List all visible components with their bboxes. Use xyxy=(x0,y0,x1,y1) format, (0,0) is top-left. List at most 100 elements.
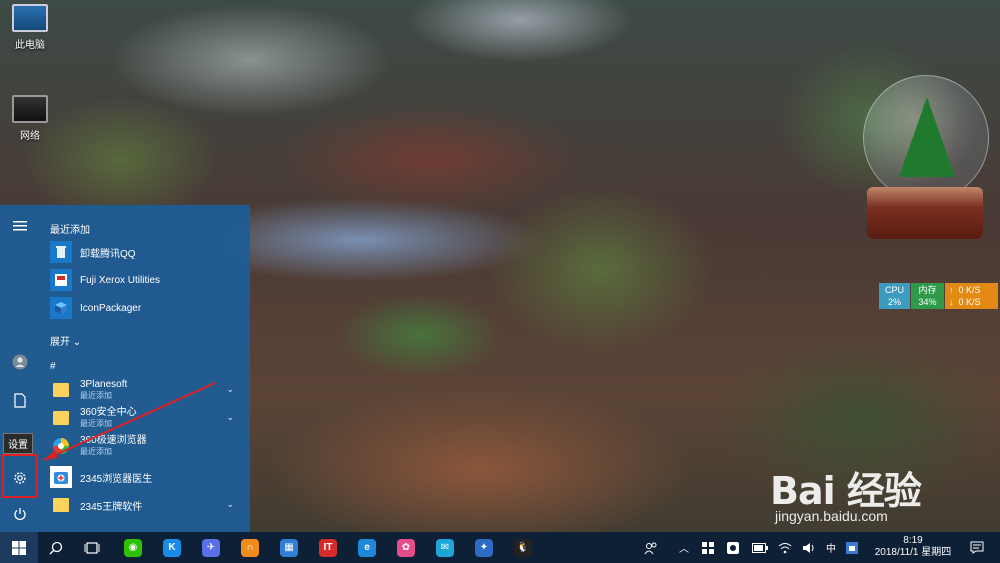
globe-base xyxy=(867,187,983,239)
app-iconpackager[interactable]: IconPackager xyxy=(50,295,246,321)
wechat-icon: ◉ xyxy=(124,538,142,557)
chevron-down-icon[interactable]: ⌄ xyxy=(226,499,234,510)
chevron-down-icon: ⌄ xyxy=(72,337,82,348)
watermark-url: jingyan.baidu.com xyxy=(775,508,888,524)
app-label: 360安全中心 xyxy=(80,407,137,418)
start-menu: 设置 最近添加 卸载腾讯QQ Fuji Xerox Utilities Icon… xyxy=(0,205,250,532)
app-2345-browser-doctor[interactable]: 2345浏览器医生 xyxy=(50,464,246,490)
task-view-button[interactable] xyxy=(76,532,108,563)
chevron-up-icon: ︿ xyxy=(679,544,689,555)
people-button[interactable] xyxy=(644,532,658,563)
search-button[interactable] xyxy=(40,532,72,563)
app-sublabel: 最近添加 xyxy=(80,447,112,456)
tray-app-2[interactable] xyxy=(727,532,739,563)
baidu-logo: Bai 经验 xyxy=(770,469,922,513)
ime-button[interactable]: 中 xyxy=(826,532,836,563)
ime-label: 中 xyxy=(826,544,836,555)
power-button[interactable] xyxy=(0,498,40,530)
upload-arrow-icon: ↑ xyxy=(949,285,954,295)
documents-button[interactable] xyxy=(0,384,40,416)
tray-app-icon xyxy=(727,541,739,554)
app-label: 3Planesoft xyxy=(80,379,128,390)
this-pc-desktop-icon[interactable]: 此电脑 xyxy=(0,4,60,51)
volume-button[interactable] xyxy=(802,532,816,563)
recycle-bin-icon xyxy=(50,241,72,263)
upload-rate: 0 K/S xyxy=(958,285,981,295)
task-view-icon xyxy=(84,541,100,554)
app-label: IconPackager xyxy=(80,302,142,314)
browser-doctor-icon xyxy=(50,466,72,488)
taskbar-app-feishu[interactable]: ✈ xyxy=(196,532,226,563)
app-folder-2345-software[interactable]: 2345王牌软件 ⌄ xyxy=(50,492,246,518)
taskbar: ◉ K ✈ ∩ ▦ IT e ✿ ✉ ✦ 🐧 ︿ 中 8:19 2018/11/1 星期四 xyxy=(0,532,1000,563)
kugou-icon: K xyxy=(163,538,181,557)
expand-button[interactable]: 展开 ⌄ xyxy=(50,333,81,348)
document-icon xyxy=(14,392,26,408)
computer-icon xyxy=(12,4,48,32)
hamburger-menu-button[interactable] xyxy=(0,210,40,242)
taskbar-app-ie[interactable]: e xyxy=(352,532,382,563)
app-label: 2345王牌软件 xyxy=(80,501,143,513)
download-arrow-icon: ↓ xyxy=(949,297,954,307)
app-sublabel: 最近添加 xyxy=(80,391,112,400)
network-icon xyxy=(12,95,48,123)
network-desktop-icon[interactable]: 网络 xyxy=(0,95,60,142)
chevron-down-icon[interactable]: ⌄ xyxy=(226,412,234,423)
expand-label: 展开 xyxy=(50,337,70,348)
taskbar-app-qq[interactable]: 🐧 xyxy=(508,532,538,563)
clock-date: 2018/11/1 星期四 xyxy=(874,547,952,558)
app-label: 卸载腾讯QQ xyxy=(80,248,136,260)
action-center-button[interactable] xyxy=(962,532,992,563)
power-icon xyxy=(14,508,26,521)
taskbar-app-app-blue-tools[interactable]: ✦ xyxy=(469,532,499,563)
taskbar-app-picasa[interactable]: ✿ xyxy=(391,532,421,563)
battery-icon xyxy=(752,542,768,553)
qq-icon: 🐧 xyxy=(514,538,532,557)
tray-overflow-button[interactable]: ︿ xyxy=(679,532,689,563)
taskbar-app-app-cyan[interactable]: ✉ xyxy=(430,532,460,563)
tray-grid-app[interactable] xyxy=(702,532,714,563)
wifi-button[interactable] xyxy=(778,532,792,563)
notification-icon xyxy=(970,541,984,554)
clock-time: 8:19 xyxy=(903,535,923,546)
taskbar-app-ithome[interactable]: IT xyxy=(313,532,343,563)
battery-button[interactable] xyxy=(752,532,768,563)
keyboard-icon xyxy=(846,541,858,554)
hamburger-icon xyxy=(13,221,27,231)
tools-icon: ✦ xyxy=(475,538,493,557)
taskbar-clock[interactable]: 8:19 2018/11/1 星期四 xyxy=(868,535,958,559)
app-list: 最近添加 卸载腾讯QQ Fuji Xerox Utilities IconPac… xyxy=(40,205,250,532)
folder-icon xyxy=(50,379,72,401)
app-uninstall-qq[interactable]: 卸载腾讯QQ xyxy=(50,239,246,265)
this-pc-label: 此电脑 xyxy=(15,40,45,51)
app-360-browser[interactable]: 360极速浏览器 最近添加 xyxy=(50,433,246,459)
cyan-app-icon: ✉ xyxy=(436,538,454,557)
volume-icon xyxy=(803,542,814,553)
christmas-tree-icon xyxy=(899,97,955,177)
system-monitor-widget[interactable]: CPU 2% 内存 34% ↑ 0 K/S ↓ 0 K/S xyxy=(879,283,998,310)
app-folder-3planesoft[interactable]: 3Planesoft 最近添加 ⌄ xyxy=(50,377,246,403)
group-header-hash[interactable]: # xyxy=(50,361,56,372)
tray-keyboard[interactable] xyxy=(846,532,858,563)
it-icon: IT xyxy=(319,538,337,557)
taskbar-app-app-blue-doc[interactable]: ▦ xyxy=(274,532,304,563)
recently-added-header: 最近添加 xyxy=(50,225,90,236)
download-rate: 0 K/S xyxy=(958,297,981,307)
user-icon xyxy=(12,354,28,370)
snow-globe-gadget xyxy=(855,75,995,245)
memory-value: 34% xyxy=(918,297,937,307)
cpu-label: CPU xyxy=(884,285,904,295)
taskbar-app-app-orange[interactable]: ∩ xyxy=(235,532,265,563)
chevron-down-icon[interactable]: ⌄ xyxy=(226,384,234,395)
fuji-xerox-icon xyxy=(50,269,72,291)
user-account-button[interactable] xyxy=(0,346,40,378)
taskbar-app-kugou[interactable]: K xyxy=(157,532,187,563)
app-fuji-xerox-utilities[interactable]: Fuji Xerox Utilities xyxy=(50,267,246,293)
start-button[interactable] xyxy=(0,532,38,563)
taskbar-app-wechat[interactable]: ◉ xyxy=(118,532,148,563)
gear-icon xyxy=(14,472,26,484)
app-folder-360-security[interactable]: 360安全中心 最近添加 ⌄ xyxy=(50,405,246,431)
cpu-usage: CPU 2% xyxy=(879,283,910,309)
app-label: 360极速浏览器 xyxy=(80,435,147,446)
settings-button[interactable] xyxy=(0,462,40,494)
